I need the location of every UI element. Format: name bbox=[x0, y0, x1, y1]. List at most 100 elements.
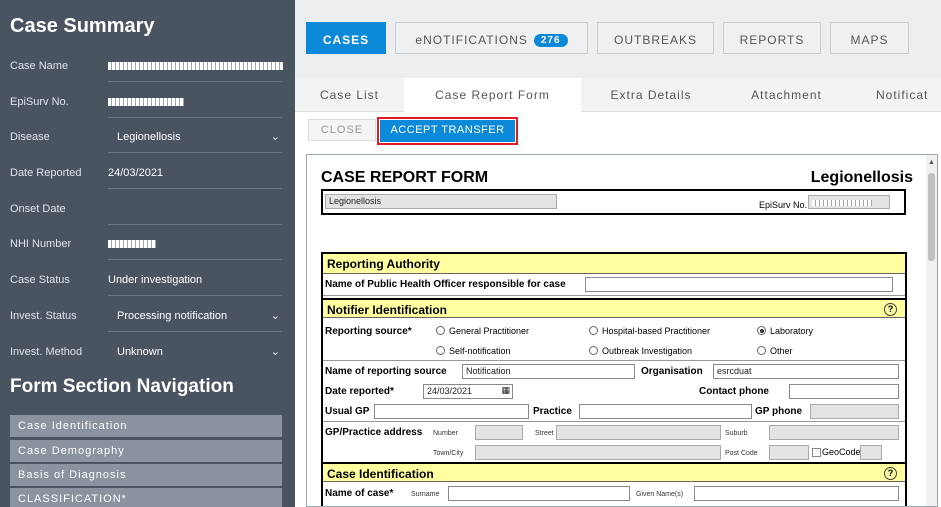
disease-row: Disease Legionellosis ⌄ bbox=[10, 121, 282, 155]
organisation-input[interactable]: esrcduat bbox=[713, 364, 899, 379]
given-names-input[interactable] bbox=[694, 486, 899, 501]
street-label: Street bbox=[535, 430, 554, 437]
tab-notifications[interactable]: Notificat bbox=[852, 78, 941, 112]
notifier-header: Notifier Identification ? bbox=[323, 298, 905, 318]
date-reported-input[interactable]: 24/03/2021 ▦ bbox=[423, 384, 513, 399]
episurv-value bbox=[108, 88, 282, 118]
scrollbar-thumb[interactable] bbox=[928, 173, 935, 261]
top-navigation: CASES eNOTIFICATIONS 276 OUTBREAKS REPORT… bbox=[295, 0, 941, 78]
episurv-field-label: EpiSurv No. bbox=[759, 200, 808, 210]
chevron-down-icon: ⌄ bbox=[270, 310, 280, 322]
tab-attachment[interactable]: Attachment bbox=[721, 78, 852, 112]
reporting-authority-header: Reporting Authority bbox=[323, 254, 905, 274]
option-outbreak-investigation: Outbreak Investigation bbox=[602, 346, 693, 356]
officer-input[interactable] bbox=[585, 277, 893, 292]
nav-item-case-demography[interactable]: Case Demography bbox=[10, 440, 282, 462]
street-input bbox=[556, 425, 721, 440]
notifier-title: Notifier Identification bbox=[327, 303, 447, 317]
case-name-field-label: Name of case* bbox=[325, 488, 394, 499]
nav-item-case-identification[interactable]: Case Identification bbox=[10, 415, 282, 437]
radio-general-practitioner[interactable] bbox=[436, 326, 445, 335]
case-status-row: Case Status Under investigation bbox=[10, 264, 282, 298]
case-status-label: Case Status bbox=[10, 274, 70, 286]
gp-phone-input bbox=[810, 404, 899, 419]
invest-method-select[interactable]: Unknown ⌄ bbox=[108, 338, 282, 368]
reporting-authority-title: Reporting Authority bbox=[327, 257, 440, 271]
divider bbox=[323, 421, 905, 422]
main-area: CASES eNOTIFICATIONS 276 OUTBREAKS REPORT… bbox=[295, 0, 941, 507]
radio-hospital-practitioner[interactable] bbox=[589, 326, 598, 335]
option-other: Other bbox=[770, 346, 793, 356]
organisation-label: Organisation bbox=[641, 366, 703, 377]
nav-reports-button[interactable]: REPORTS bbox=[723, 22, 821, 54]
form-title: CASE REPORT FORM bbox=[321, 169, 489, 186]
form-scrollbar[interactable]: ▲ bbox=[926, 155, 937, 506]
reporting-source-label: Reporting source* bbox=[325, 326, 412, 337]
geocode-checkbox[interactable] bbox=[812, 448, 821, 457]
tab-extra-details[interactable]: Extra Details bbox=[581, 78, 721, 112]
number-input bbox=[475, 425, 523, 440]
nhi-label: NHI Number bbox=[10, 238, 72, 250]
date-reported-field-label: Date reported* bbox=[325, 386, 394, 397]
geocode-input bbox=[860, 445, 882, 460]
invest-status-select-value: Processing notification bbox=[117, 310, 228, 322]
disease-select[interactable]: Legionellosis ⌄ bbox=[108, 123, 282, 153]
form-section-navigation-title: Form Section Navigation bbox=[10, 376, 234, 397]
contact-phone-label: Contact phone bbox=[699, 386, 769, 397]
contact-phone-input[interactable] bbox=[789, 384, 899, 399]
help-icon[interactable]: ? bbox=[884, 467, 897, 480]
reporting-source-name-input[interactable]: Notification bbox=[462, 364, 635, 379]
invest-status-row: Invest. Status Processing notification ⌄ bbox=[10, 300, 282, 334]
case-name-row: Case Name bbox=[10, 50, 283, 84]
officer-row: Name of Public Health Officer responsibl… bbox=[323, 274, 905, 296]
radio-outbreak-investigation[interactable] bbox=[589, 346, 598, 355]
nav-outbreaks-button[interactable]: OUTBREAKS bbox=[597, 22, 714, 54]
form-header-box: Legionellosis EpiSurv No. bbox=[321, 189, 906, 215]
invest-status-label: Invest. Status bbox=[10, 310, 77, 322]
chevron-down-icon: ⌄ bbox=[270, 346, 280, 358]
postcode-input bbox=[769, 445, 809, 460]
help-icon[interactable]: ? bbox=[884, 303, 897, 316]
tab-case-report-form[interactable]: Case Report Form bbox=[404, 78, 581, 112]
accept-transfer-label: ACCEPT TRANSFER bbox=[380, 120, 515, 142]
nav-item-basis-of-diagnosis[interactable]: Basis of Diagnosis bbox=[10, 464, 282, 486]
geocode-label: GeoCode bbox=[822, 447, 861, 457]
given-names-label: Given Name(s) bbox=[636, 491, 684, 498]
date-reported-input-value: 24/03/2021 bbox=[427, 386, 473, 396]
scroll-up-icon[interactable]: ▲ bbox=[928, 159, 935, 166]
number-label: Number bbox=[433, 430, 458, 437]
date-reported-row: Date Reported 24/03/2021 bbox=[10, 157, 282, 191]
episurv-row: EpiSurv No. bbox=[10, 86, 282, 120]
disease-select-value: Legionellosis bbox=[117, 131, 181, 143]
onset-date-row: Onset Date bbox=[10, 193, 282, 227]
nav-enotifications-button[interactable]: eNOTIFICATIONS 276 bbox=[395, 22, 588, 54]
gp-address-label: GP/Practice address bbox=[325, 427, 423, 438]
nav-item-classification[interactable]: CLASSIFICATION* bbox=[10, 488, 282, 507]
accept-transfer-button[interactable]: ACCEPT TRANSFER bbox=[377, 117, 518, 145]
episurv-field bbox=[808, 195, 890, 209]
enotifications-count-badge: 276 bbox=[533, 34, 568, 47]
date-reported-value: 24/03/2021 bbox=[108, 159, 282, 189]
radio-self-notification[interactable] bbox=[436, 346, 445, 355]
form-sections-block: Reporting Authority Name of Public Healt… bbox=[321, 252, 907, 506]
tab-case-list[interactable]: Case List bbox=[295, 78, 404, 112]
invest-status-select[interactable]: Processing notification ⌄ bbox=[108, 302, 282, 332]
invest-method-row: Invest. Method Unknown ⌄ bbox=[10, 336, 282, 370]
calendar-icon[interactable]: ▦ bbox=[501, 385, 510, 396]
onset-date-label: Onset Date bbox=[10, 203, 66, 215]
nav-maps-button[interactable]: MAPS bbox=[830, 22, 909, 54]
practice-input[interactable] bbox=[579, 404, 752, 419]
surname-input[interactable] bbox=[448, 486, 630, 501]
town-input bbox=[475, 445, 721, 460]
close-button[interactable]: CLOSE bbox=[308, 119, 376, 141]
radio-laboratory[interactable] bbox=[757, 326, 766, 335]
radio-other[interactable] bbox=[757, 346, 766, 355]
case-status-value: Under investigation bbox=[108, 266, 282, 296]
usual-gp-input[interactable] bbox=[374, 404, 529, 419]
option-laboratory: Laboratory bbox=[770, 326, 814, 336]
redacted-episurv bbox=[108, 98, 184, 107]
case-report-form: CASE REPORT FORM Legionellosis Legionell… bbox=[306, 154, 938, 507]
case-name-value bbox=[108, 52, 283, 82]
nav-cases-button[interactable]: CASES bbox=[306, 22, 386, 54]
option-self-notification: Self-notification bbox=[449, 346, 511, 356]
